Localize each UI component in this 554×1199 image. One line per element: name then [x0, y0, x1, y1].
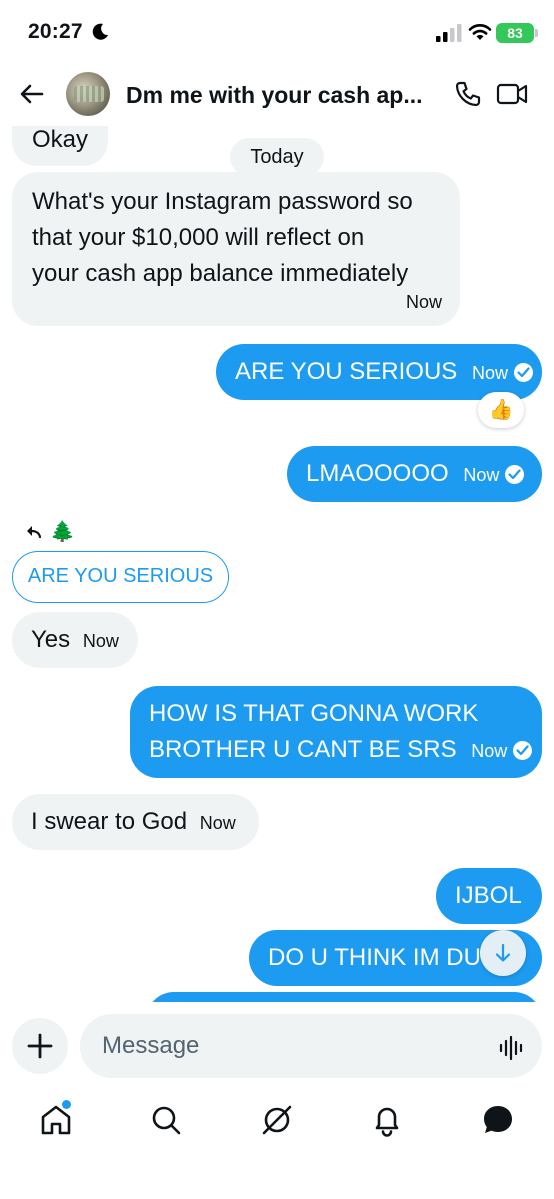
- read-check-icon: [505, 465, 525, 484]
- back-arrow-icon[interactable]: [18, 80, 46, 108]
- message-bubble-incoming[interactable]: Yes Now: [12, 612, 138, 668]
- message-timestamp: Now: [82, 631, 119, 651]
- reply-marker: 🌲: [26, 520, 86, 544]
- message-bubble-outgoing[interactable]: HOW IS THAT GONNA WORK BROTHER U CANT BE…: [130, 686, 542, 778]
- message-bubble-incoming[interactable]: What's your Instagram password so that y…: [12, 172, 460, 326]
- message-timestamp: Now: [471, 741, 508, 761]
- message-bubble-incoming[interactable]: I swear to God Now: [12, 794, 259, 850]
- plus-icon: [27, 1033, 53, 1059]
- message-text: I swear to God: [31, 808, 188, 835]
- voice-message-icon[interactable]: [498, 1034, 526, 1062]
- cellular-signal-icon: [436, 24, 462, 42]
- moon-icon: [92, 23, 108, 40]
- message-line: What's your Instagram password so: [32, 188, 413, 215]
- message-list[interactable]: Okay Today What's your Instagram passwor…: [0, 126, 554, 1002]
- notification-dot: [62, 1100, 71, 1109]
- battery-nub: [535, 29, 538, 37]
- status-time: 20:27: [28, 20, 83, 43]
- message-timestamp: Now: [405, 292, 442, 312]
- read-check-icon: [513, 741, 533, 760]
- reply-arrow-icon: [27, 526, 42, 539]
- battery-indicator: 83: [496, 23, 534, 43]
- message-line-with-time: BROTHER U CANT BE SRS Now: [149, 732, 542, 769]
- message-timestamp: Now: [463, 465, 500, 485]
- bottom-nav: [0, 1090, 554, 1199]
- phone-icon[interactable]: [454, 80, 482, 108]
- reply-emoji: 🌲: [50, 521, 75, 543]
- messages-icon[interactable]: [480, 1102, 516, 1138]
- message-text: DO U THINK IM DU: [268, 944, 481, 971]
- message-text: Okay: [32, 126, 89, 153]
- message-bubble-incoming[interactable]: Okay: [12, 126, 108, 166]
- message-bubble-outgoing[interactable]: IJBOL: [436, 868, 542, 924]
- search-icon[interactable]: [148, 1102, 184, 1138]
- grok-icon[interactable]: [259, 1102, 295, 1138]
- message-line: that your $10,000 will reflect on: [32, 224, 365, 251]
- read-check-icon: [513, 363, 533, 382]
- arrow-down-icon: [495, 943, 511, 962]
- add-attachment-button[interactable]: [12, 1018, 68, 1074]
- message-line: HOW IS THAT GONNA WORK: [149, 700, 479, 727]
- message-bubble-outgoing[interactable]: LMAOOOOO Now: [287, 446, 542, 502]
- message-text: IJBOL: [455, 882, 522, 909]
- message-input[interactable]: [80, 1014, 542, 1078]
- message-line: your cash app balance immediately: [32, 260, 409, 287]
- message-timestamp: Now: [199, 813, 236, 833]
- chat-title[interactable]: Dm me with your cash ap...: [126, 82, 436, 109]
- wifi-icon: [468, 24, 492, 40]
- composer: [0, 1002, 554, 1086]
- message-timestamp: Now: [471, 363, 508, 383]
- status-bar: 20:27 83: [0, 0, 554, 64]
- message-text: LMAOOOOO: [306, 460, 449, 487]
- avatar[interactable]: [66, 72, 110, 116]
- notifications-icon[interactable]: [369, 1102, 405, 1138]
- video-icon[interactable]: [496, 80, 528, 108]
- date-divider: Today: [230, 138, 324, 176]
- message-text: ARE YOU SERIOUS: [235, 358, 458, 385]
- message-text: Yes: [31, 626, 71, 653]
- chat-header: Dm me with your cash ap...: [0, 64, 554, 126]
- reaction-badge[interactable]: 👍: [478, 392, 524, 428]
- reply-quote[interactable]: ARE YOU SERIOUS: [12, 551, 229, 603]
- message-line: BROTHER U CANT BE SRS: [149, 736, 457, 763]
- message-bubble-outgoing-partial[interactable]: [146, 992, 542, 1002]
- scroll-to-bottom-button[interactable]: [480, 930, 526, 976]
